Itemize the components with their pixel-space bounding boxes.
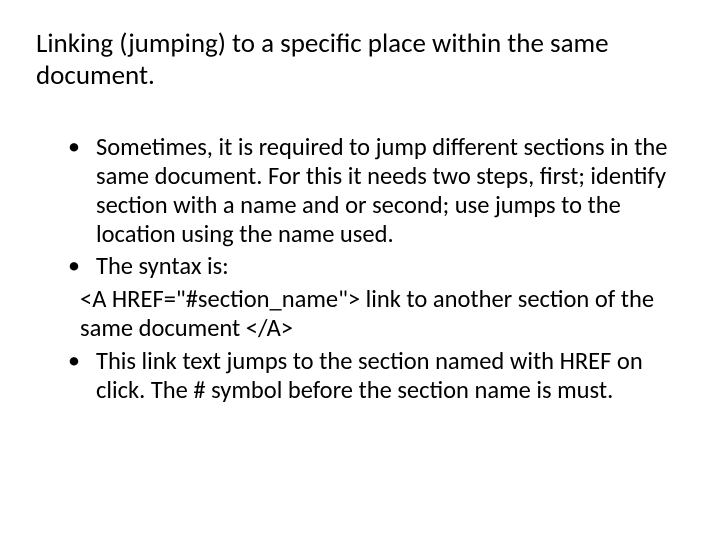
- slide: Linking (jumping) to a specific place wi…: [0, 0, 720, 540]
- bullet-3: This link text jumps to the section name…: [64, 347, 684, 405]
- slide-title: Linking (jumping) to a specific place wi…: [36, 28, 684, 93]
- bullet-2: The syntax is:: [64, 252, 684, 281]
- syntax-line: <A HREF="#section_name"> link to another…: [64, 285, 684, 343]
- bullet-1: Sometimes, it is required to jump differ…: [64, 133, 684, 249]
- slide-body: Sometimes, it is required to jump differ…: [36, 133, 684, 405]
